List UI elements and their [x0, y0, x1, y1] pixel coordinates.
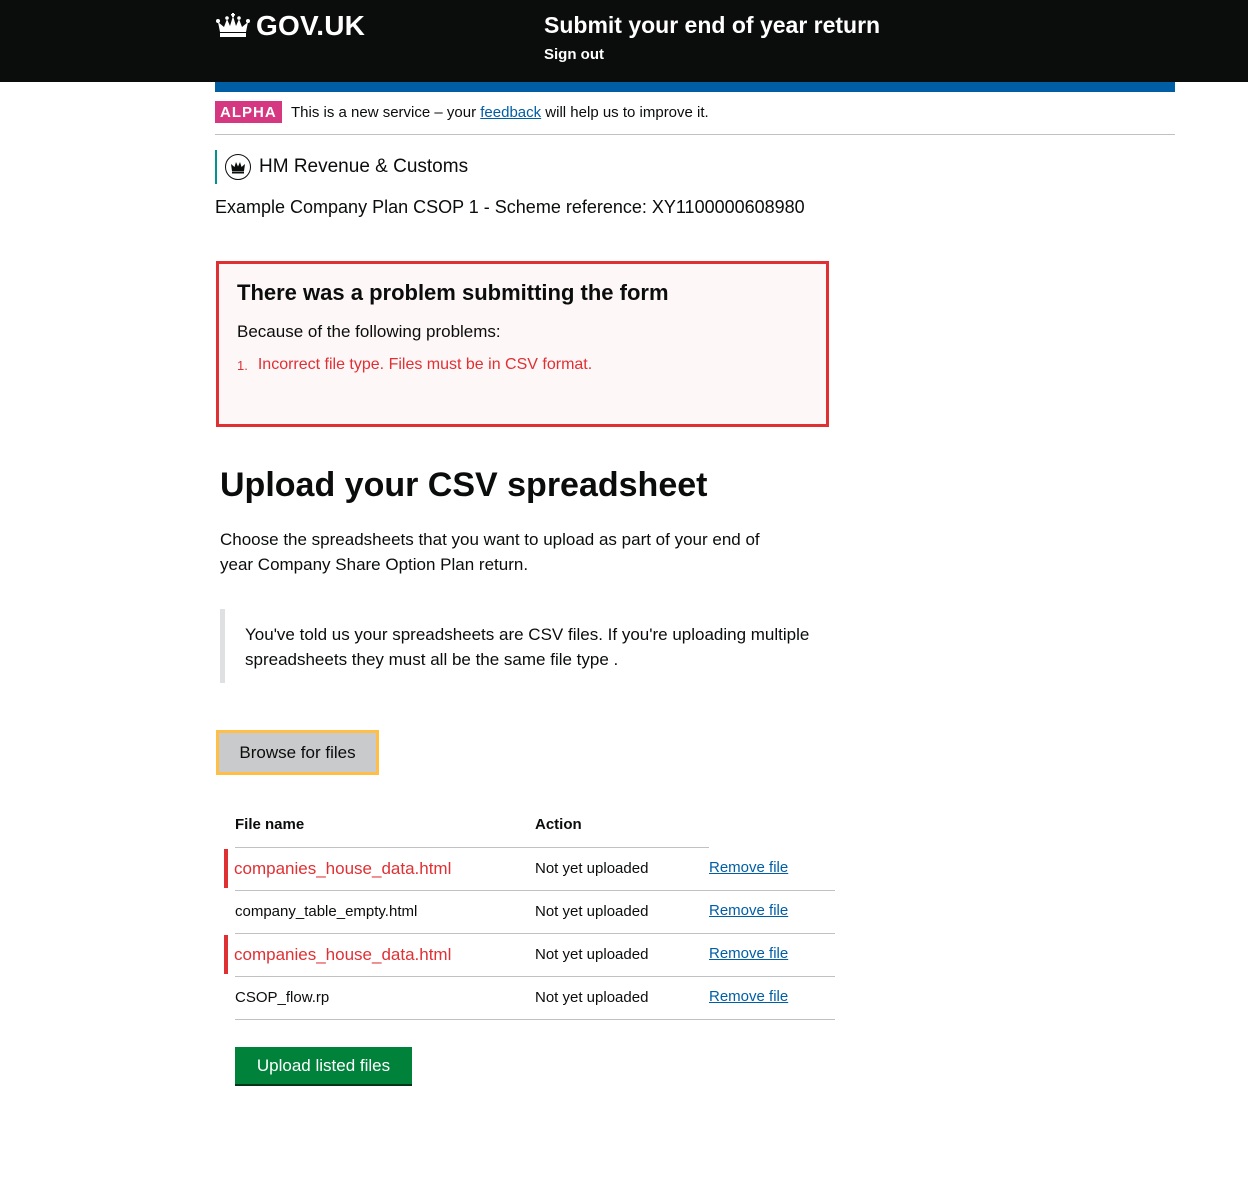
- file-status: Not yet uploaded: [535, 946, 649, 963]
- remove-file-link[interactable]: Remove file: [709, 902, 788, 919]
- table-row: companies_house_data.html Not yet upload…: [224, 934, 835, 977]
- global-header: GOV.UK Submit your end of year return Si…: [0, 0, 1248, 82]
- file-name: company_table_empty.html: [235, 903, 418, 920]
- crown-icon: [216, 13, 250, 39]
- file-status: Not yet uploaded: [535, 989, 649, 1006]
- inset-text: You've told us your spreadsheets are CSV…: [220, 609, 810, 683]
- file-name: companies_house_data.html: [234, 945, 452, 964]
- error-summary-title: There was a problem submitting the form: [237, 280, 669, 305]
- remove-file-link[interactable]: Remove file: [709, 988, 788, 1005]
- browse-files-button[interactable]: Browse for files: [216, 730, 379, 775]
- feedback-link[interactable]: feedback: [480, 104, 541, 121]
- file-name-header: File name: [235, 816, 305, 833]
- error-link[interactable]: Incorrect file type. Files must be in CS…: [258, 356, 592, 374]
- remove-file-link[interactable]: Remove file: [709, 945, 788, 962]
- page-intro: Choose the spreadsheets that you want to…: [220, 530, 760, 574]
- table-row: CSOP_flow.rp Not yet uploaded Remove fil…: [235, 977, 835, 1020]
- files-table: File name Action companies_house_data.ht…: [224, 808, 835, 1020]
- phase-text-before: This is a new service – your: [291, 104, 481, 121]
- page-title: Upload your CSV spreadsheet: [220, 466, 708, 504]
- service-name[interactable]: Submit your end of year return: [544, 12, 880, 39]
- action-header: Action: [535, 816, 582, 833]
- organisation-name: HM Revenue & Customs: [259, 156, 469, 177]
- error-item: 1. Incorrect file type. Files must be in…: [237, 356, 808, 374]
- upload-files-button[interactable]: Upload listed files: [235, 1047, 412, 1086]
- table-row: companies_house_data.html Not yet upload…: [224, 848, 835, 891]
- table-row: company_table_empty.html Not yet uploade…: [235, 891, 835, 934]
- error-number: 1.: [237, 358, 248, 373]
- file-name: CSOP_flow.rp: [235, 989, 330, 1006]
- govuk-logo[interactable]: GOV.UK: [216, 10, 365, 42]
- phase-banner: ALPHA This is a new service – your feedb…: [215, 101, 1175, 135]
- sign-out-link[interactable]: Sign out: [544, 46, 604, 63]
- hmrc-crest-icon: [225, 154, 251, 180]
- govuk-logo-text: GOV.UK: [256, 10, 366, 41]
- phase-text-after: will help us to improve it.: [541, 104, 709, 121]
- alpha-tag: ALPHA: [215, 101, 282, 123]
- error-summary-subtitle: Because of the following problems:: [237, 322, 501, 341]
- scheme-reference: Example Company Plan CSOP 1 - Scheme ref…: [215, 197, 805, 217]
- file-name: companies_house_data.html: [234, 859, 452, 878]
- phase-banner-text: This is a new service – your feedback wi…: [291, 103, 709, 122]
- error-list: 1. Incorrect file type. Files must be in…: [237, 356, 808, 374]
- organisation-logo: HM Revenue & Customs: [215, 150, 468, 184]
- remove-file-link[interactable]: Remove file: [709, 859, 788, 876]
- table-header-row: File name Action: [235, 808, 709, 848]
- file-status: Not yet uploaded: [535, 860, 649, 877]
- error-summary: There was a problem submitting the form …: [216, 261, 829, 427]
- header-blue-bar: [215, 82, 1175, 92]
- file-status: Not yet uploaded: [535, 903, 649, 920]
